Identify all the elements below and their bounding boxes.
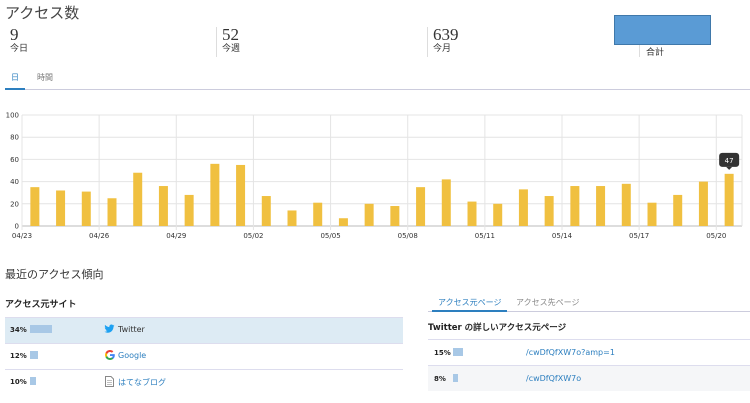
bar [416, 187, 426, 226]
bar [647, 202, 657, 226]
tab-referrer-pages[interactable]: アクセス元ページ [432, 297, 508, 312]
stat-divider [216, 27, 217, 57]
document-icon [104, 376, 115, 388]
x-tick-label: 05/05 [320, 232, 340, 240]
tab-landing-pages[interactable]: アクセス先ページ [510, 297, 585, 312]
x-tick-label: 05/08 [398, 232, 418, 240]
source-share-bar [30, 351, 38, 359]
y-tick-label: 80 [10, 134, 19, 142]
source-row-twitter[interactable]: 34% Twitter [5, 317, 403, 343]
y-tick-label: 40 [10, 178, 19, 186]
period-tabs: 日 時間 [5, 72, 750, 90]
source-row-google[interactable]: 12% Google [5, 343, 403, 369]
stat-month: 639 今月 [433, 26, 459, 56]
referrer-detail-title: Twitter の詳しいアクセス元ページ [428, 323, 567, 333]
bar [621, 183, 631, 226]
referrer-row[interactable]: 15% /cwDfQfXW7o?amp=1 [428, 339, 750, 365]
bar [133, 172, 143, 226]
bar [236, 164, 246, 226]
bar [467, 201, 477, 226]
bar [390, 206, 400, 226]
source-share-bar [30, 377, 36, 385]
bar [338, 218, 348, 226]
bar [184, 194, 194, 226]
source-share-bar [30, 325, 52, 333]
bar [261, 196, 271, 226]
redaction-box [614, 15, 711, 45]
bar [673, 194, 683, 226]
bar [313, 202, 323, 226]
tooltip-value: 47 [725, 157, 734, 165]
bar [287, 210, 297, 226]
bar [81, 191, 91, 226]
source-pct: 34% [10, 326, 27, 334]
stat-month-label: 今月 [433, 44, 452, 54]
source-site-name[interactable]: はてなブログ [118, 377, 166, 388]
bar [56, 190, 66, 226]
referrer-link[interactable]: /cwDfQfXW7o [526, 374, 581, 383]
referrer-share-bar [453, 374, 458, 382]
bar [364, 203, 374, 226]
bar [596, 186, 606, 226]
y-tick-label: 0 [15, 223, 19, 231]
bar [544, 196, 554, 226]
y-tick-label: 60 [10, 156, 19, 164]
bar [570, 186, 580, 226]
bar [441, 179, 451, 226]
page-tabs: アクセス元ページ アクセス先ページ [428, 294, 750, 312]
referrer-pct: 15% [434, 349, 451, 357]
bar [158, 186, 168, 226]
x-tick-label: 04/26 [89, 232, 110, 240]
source-pct: 10% [10, 378, 27, 386]
tab-hour[interactable]: 時間 [31, 72, 59, 90]
google-icon [104, 350, 115, 362]
x-tick-label: 05/17 [629, 232, 649, 240]
access-bar-chart: 0 20 40 60 80 100 04/23 04/26 04/29 05/02 05/05 05/… [6, 112, 743, 240]
stat-divider [427, 27, 428, 57]
page-title: アクセス数 [5, 4, 80, 22]
sources-table: 34% Twitter 12% Google 10% はてなブログ [5, 317, 403, 395]
sources-title: アクセス元サイト [5, 300, 77, 310]
bar [724, 173, 734, 226]
x-tick-label: 04/23 [12, 232, 32, 240]
stat-total-label: 合計 [646, 48, 665, 58]
bar [107, 198, 117, 226]
stat-today-label: 今日 [10, 44, 29, 54]
source-site-name[interactable]: Twitter [118, 325, 145, 334]
x-tick-label: 04/29 [166, 232, 186, 240]
tab-day[interactable]: 日 [5, 72, 25, 90]
bar [518, 189, 528, 226]
x-tick-label: 05/11 [475, 232, 495, 240]
stat-today-value: 9 [10, 25, 19, 44]
source-pct: 12% [10, 352, 27, 360]
x-tick-label: 05/20 [706, 232, 726, 240]
stat-week-value: 52 [222, 25, 239, 44]
source-site-name[interactable]: Google [118, 351, 146, 360]
stat-week-label: 今週 [222, 44, 241, 54]
stat-today: 9 今日 [10, 26, 28, 56]
stat-week: 52 今週 [222, 26, 240, 56]
referrer-share-bar [453, 348, 463, 356]
referrer-pct: 8% [434, 375, 446, 383]
bar [493, 203, 503, 226]
x-tick-label: 05/02 [243, 232, 263, 240]
trend-heading: 最近のアクセス傾向 [5, 268, 104, 281]
x-tick-label: 05/14 [552, 232, 573, 240]
bar [30, 187, 40, 226]
referrer-row[interactable]: 8% /cwDfQfXW7o [428, 365, 750, 391]
twitter-icon [104, 324, 115, 336]
source-row-hatena[interactable]: 10% はてなブログ [5, 369, 403, 395]
y-tick-label: 20 [10, 200, 19, 208]
bar [210, 163, 220, 226]
y-tick-label: 100 [6, 112, 19, 120]
referrer-link[interactable]: /cwDfQfXW7o?amp=1 [526, 348, 615, 357]
referrer-pages-table: 15% /cwDfQfXW7o?amp=1 8% /cwDfQfXW7o [428, 339, 750, 391]
stat-month-value: 639 [433, 25, 459, 44]
tooltip-pointer [726, 166, 733, 170]
bar [698, 181, 708, 226]
